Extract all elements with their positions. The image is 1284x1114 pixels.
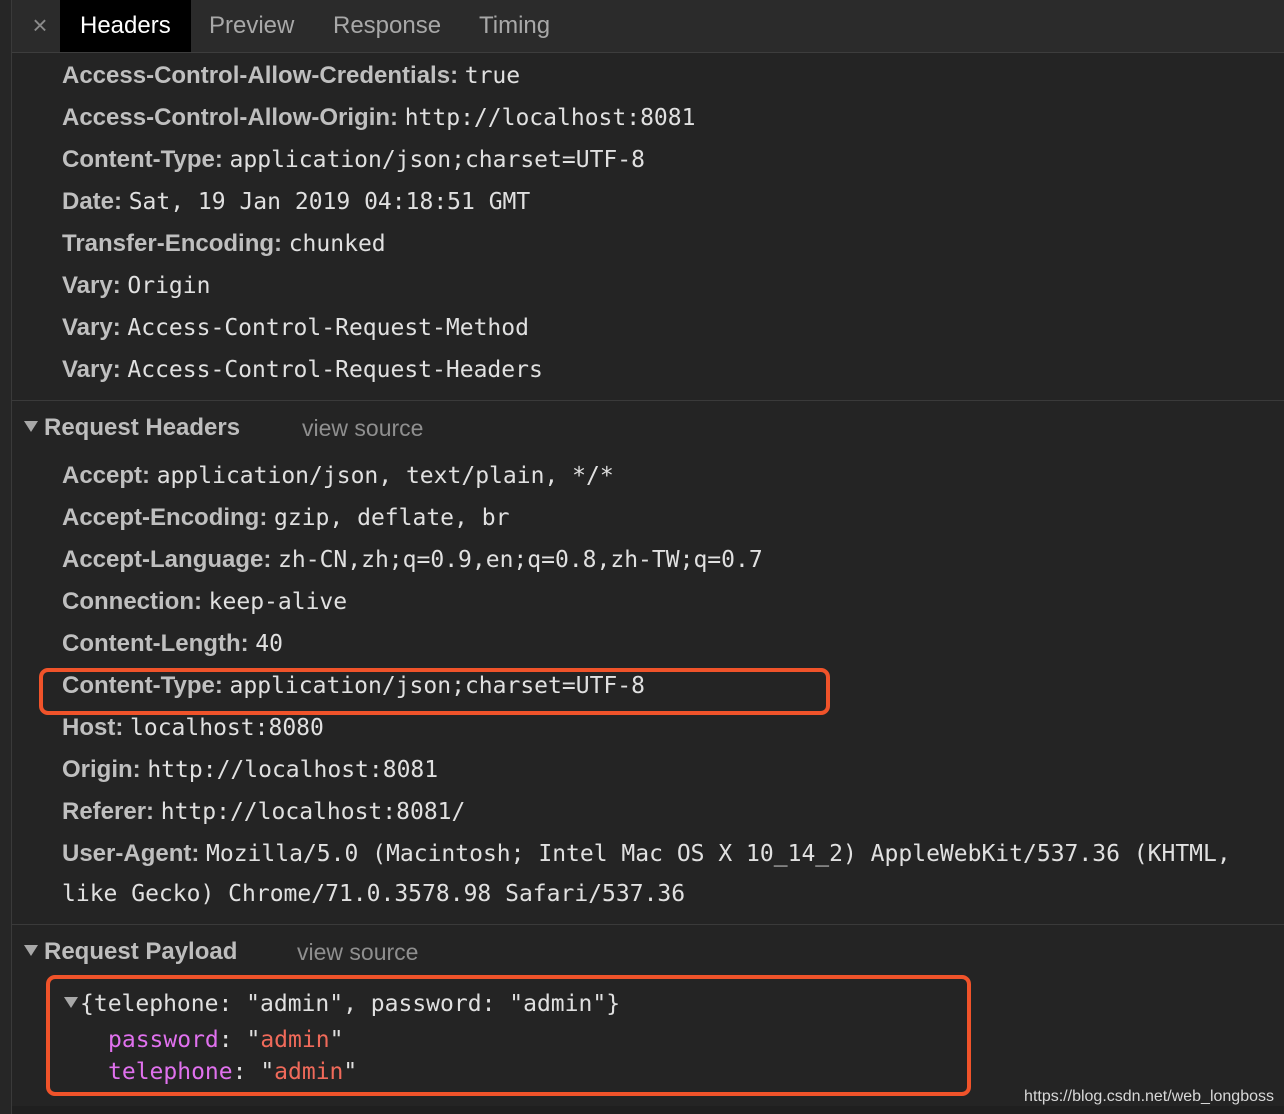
payload-value: admin bbox=[274, 1059, 344, 1085]
header-value: Access-Control-Request-Headers bbox=[127, 357, 543, 383]
tab-bar: × Headers Preview Response Timing bbox=[12, 0, 1284, 53]
tab-headers[interactable]: Headers bbox=[60, 0, 191, 52]
header-name: Accept-Encoding: bbox=[62, 504, 268, 531]
header-value: chunked bbox=[288, 231, 386, 257]
header-value: keep-alive bbox=[208, 589, 348, 615]
response-header-row: Access-Control-Allow-Credentials: true bbox=[62, 61, 520, 91]
payload-key: password bbox=[108, 1027, 219, 1053]
header-name: User-Agent: bbox=[62, 840, 200, 867]
tab-timing[interactable]: Timing bbox=[479, 0, 550, 52]
header-value: Sat, 19 Jan 2019 04:18:51 GMT bbox=[128, 189, 531, 215]
header-value: application/json;charset=UTF-8 bbox=[229, 147, 645, 173]
header-value: zh-CN,zh;q=0.9,en;q=0.8,zh-TW;q=0.7 bbox=[278, 547, 763, 573]
header-value: Mozilla/5.0 (Macintosh; Intel Mac OS X 1… bbox=[206, 841, 1231, 867]
response-header-row: Transfer-Encoding: chunked bbox=[62, 229, 386, 259]
devtools-network-panel: × Headers Preview Response Timing Access… bbox=[0, 0, 1284, 1114]
request-headers-toggle[interactable]: Request Headers bbox=[24, 413, 240, 443]
header-value: http://localhost:8081 bbox=[147, 757, 439, 783]
request-header-row: User-Agent: Mozilla/5.0 (Macintosh; Inte… bbox=[62, 839, 1231, 869]
request-header-row: Accept: application/json, text/plain, */… bbox=[62, 461, 614, 491]
header-value: gzip, deflate, br bbox=[274, 505, 510, 531]
header-value: application/json, text/plain, */* bbox=[156, 463, 614, 489]
request-header-row: Accept-Encoding: gzip, deflate, br bbox=[62, 503, 509, 533]
response-header-row: Content-Type: application/json;charset=U… bbox=[62, 145, 645, 175]
request-header-row: Content-Length: 40 bbox=[62, 629, 283, 659]
header-name: Host: bbox=[62, 714, 124, 741]
header-value: http://localhost:8081 bbox=[404, 105, 696, 131]
triangle-down-icon bbox=[64, 997, 78, 1008]
payload-summary: {telephone: "admin", password: "admin"} bbox=[80, 991, 621, 1017]
payload-field: telephone: "admin" bbox=[108, 1059, 358, 1085]
header-name: Accept-Language: bbox=[62, 546, 272, 573]
header-value: http://localhost:8081/ bbox=[160, 799, 466, 825]
request-payload-toggle[interactable]: Request Payload bbox=[24, 937, 237, 967]
response-header-row: Date: Sat, 19 Jan 2019 04:18:51 GMT bbox=[62, 187, 530, 217]
section-divider bbox=[12, 400, 1284, 401]
header-value: like Gecko) Chrome/71.0.3578.98 Safari/5… bbox=[62, 881, 686, 907]
request-header-row: Origin: http://localhost:8081 bbox=[62, 755, 438, 785]
user-agent-continuation: like Gecko) Chrome/71.0.3578.98 Safari/5… bbox=[62, 879, 685, 909]
request-header-row: Referer: http://localhost:8081/ bbox=[62, 797, 465, 827]
header-name: Vary: bbox=[62, 272, 121, 299]
header-value: Origin bbox=[127, 273, 211, 299]
response-header-row: Vary: Access-Control-Request-Headers bbox=[62, 355, 543, 385]
payload-field: password: "admin" bbox=[108, 1027, 344, 1053]
tab-response[interactable]: Response bbox=[333, 0, 441, 52]
header-value: localhost:8080 bbox=[130, 715, 324, 741]
payload-value: admin bbox=[260, 1027, 330, 1053]
section-divider bbox=[12, 924, 1284, 925]
header-value: Access-Control-Request-Method bbox=[127, 315, 529, 341]
section-title: Request Headers bbox=[44, 414, 241, 441]
header-name: Origin: bbox=[62, 756, 141, 783]
request-header-row: Connection: keep-alive bbox=[62, 587, 347, 617]
header-name: Access-Control-Allow-Credentials: bbox=[62, 62, 459, 89]
header-name: Vary: bbox=[62, 356, 121, 383]
left-gutter bbox=[0, 0, 12, 1114]
view-source-link[interactable]: view source bbox=[302, 413, 423, 443]
bottom-strip bbox=[12, 1106, 1284, 1114]
close-icon[interactable]: × bbox=[28, 10, 52, 40]
header-value: true bbox=[464, 63, 521, 89]
header-name: Referer: bbox=[62, 798, 155, 825]
header-name: Content-Length: bbox=[62, 630, 249, 657]
header-name: Transfer-Encoding: bbox=[62, 230, 283, 257]
tab-preview[interactable]: Preview bbox=[209, 0, 294, 52]
response-header-row: Access-Control-Allow-Origin: http://loca… bbox=[62, 103, 695, 133]
header-name: Content-Type: bbox=[62, 146, 223, 173]
response-header-row: Vary: Access-Control-Request-Method bbox=[62, 313, 529, 343]
request-header-row: Accept-Language: zh-CN,zh;q=0.9,en;q=0.8… bbox=[62, 545, 763, 575]
watermark: https://blog.csdn.net/web_longboss bbox=[1024, 1088, 1274, 1105]
payload-key: telephone bbox=[108, 1059, 233, 1085]
response-header-row: Vary: Origin bbox=[62, 271, 210, 301]
triangle-down-icon bbox=[24, 945, 38, 956]
highlight-box bbox=[39, 668, 830, 715]
payload-object-toggle[interactable]: {telephone: "admin", password: "admin"} bbox=[64, 989, 620, 1019]
header-value: 40 bbox=[255, 631, 283, 657]
triangle-down-icon bbox=[24, 421, 38, 432]
request-header-row: Host: localhost:8080 bbox=[62, 713, 324, 743]
header-name: Access-Control-Allow-Origin: bbox=[62, 104, 399, 131]
section-title: Request Payload bbox=[44, 938, 238, 965]
header-name: Date: bbox=[62, 188, 123, 215]
view-source-link[interactable]: view source bbox=[297, 937, 418, 967]
header-name: Connection: bbox=[62, 588, 202, 615]
header-name: Vary: bbox=[62, 314, 121, 341]
header-name: Accept: bbox=[62, 462, 151, 489]
